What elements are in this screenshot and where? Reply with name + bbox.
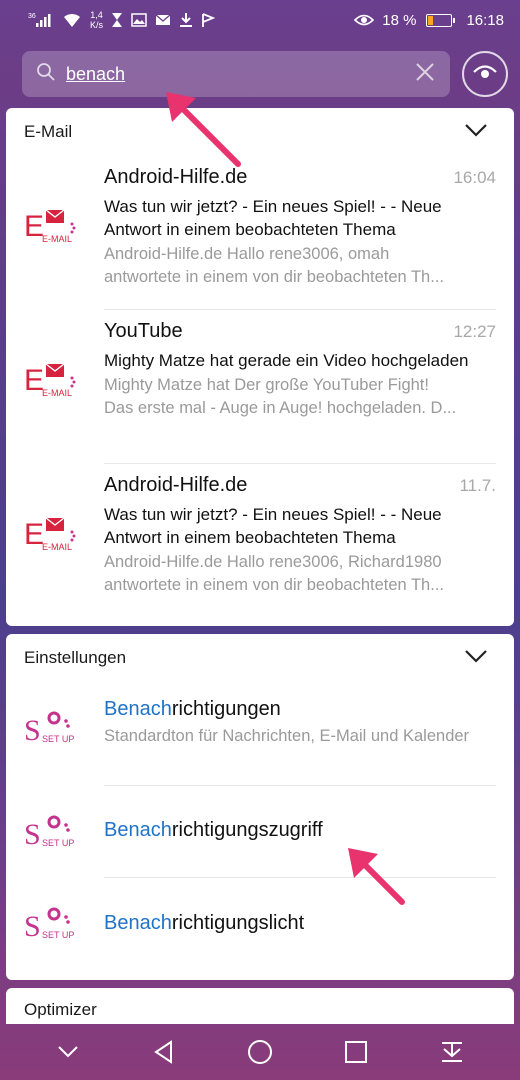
email-preview: Android-Hilfe.de Hallo rene3006, omah an… [104, 243, 496, 289]
search-match-highlight: Benach [104, 698, 172, 720]
navigation-bar [0, 1024, 520, 1080]
email-preview-line: antwortete in einem von dir beobachteten… [104, 576, 444, 594]
email-subject: Was tun wir jetzt? - Ein neues Spiel! - … [104, 505, 442, 547]
setup-app-icon: S SET UP [24, 812, 78, 852]
home-button[interactable] [240, 1032, 280, 1072]
svg-text:SET UP: SET UP [42, 838, 74, 848]
email-preview-line: Android-Hilfe.de Hallo rene3006, omah [104, 245, 390, 263]
svg-text:E: E [24, 518, 44, 551]
pull-down-icon [442, 1042, 462, 1062]
svg-text:S: S [24, 910, 41, 943]
settings-section-title: Einstellungen [24, 648, 127, 667]
annotation-arrow-setting [348, 848, 405, 905]
settings-item-title: Benachrichtigungen [104, 698, 496, 721]
status-bar: 36 1,4 K/s 18 % 16:18 [0, 0, 520, 40]
svg-text:SET UP: SET UP [42, 930, 74, 940]
email-app-icon: E E-MAIL [24, 512, 80, 552]
settings-section-header[interactable]: Einstellungen [6, 634, 514, 682]
search-match-highlight: Benach [104, 912, 172, 934]
optimizer-section-header[interactable]: Optimizer [6, 988, 514, 1024]
battery-level [428, 15, 433, 25]
flag-icon [201, 12, 216, 28]
hide-nav-button[interactable] [48, 1032, 88, 1072]
email-time: 11.7. [459, 476, 496, 495]
svg-text:E: E [24, 364, 44, 397]
mail-notification-icon [155, 13, 171, 27]
net-speed: 1,4 K/s [90, 10, 104, 30]
gallery-icon [131, 13, 147, 27]
hourglass-icon [111, 12, 123, 28]
optimizer-section-title: Optimizer [24, 1000, 97, 1019]
email-subject: Mighty Matze hat gerade ein Video hochge… [104, 351, 469, 370]
email-sender: Android-Hilfe.de [104, 474, 248, 496]
setup-app-icon: S SET UP [24, 904, 78, 944]
recents-button[interactable] [336, 1032, 376, 1072]
email-sender: YouTube [104, 320, 183, 342]
settings-result-item[interactable]: S SET UP Benachrichtigungen Standardton f… [6, 682, 514, 786]
search-match-highlight: Benach [104, 819, 172, 841]
svg-text:E-MAIL: E-MAIL [42, 542, 72, 552]
email-result-item[interactable]: E E-MAIL Android-Hilfe.de 11.7. Was tun w… [6, 464, 514, 618]
svg-text:S: S [24, 714, 41, 747]
back-button[interactable] [144, 1032, 184, 1072]
settings-item-title: Benachrichtigungszugriff [104, 819, 496, 842]
settings-card: Einstellungen S SET UP Benachrichtigungen… [6, 634, 514, 980]
settings-item-title: Benachrichtigungslicht [104, 912, 496, 935]
chevron-down-icon[interactable] [464, 122, 488, 142]
voice-assistant-button[interactable] [462, 51, 508, 97]
clear-icon[interactable] [414, 61, 436, 88]
email-preview-line: Mighty Matze hat Der große YouTuber Figh… [104, 376, 429, 394]
email-preview-line: Android-Hilfe.de Hallo rene3006, Richard… [104, 553, 442, 571]
setup-app-icon: S SET UP [24, 708, 78, 748]
settings-result-item[interactable]: S SET UP Benachrichtigungslicht [6, 878, 514, 974]
email-result-item[interactable]: E E-MAIL YouTube 12:27 Mighty Matze hat g… [6, 310, 514, 464]
email-preview: Android-Hilfe.de Hallo rene3006, Richard… [104, 551, 496, 597]
assistant-icon [472, 63, 498, 86]
chevron-down-icon [58, 1046, 78, 1058]
signal-icon: 36 [28, 12, 54, 28]
email-section-title: E-Mail [24, 122, 73, 141]
recents-square-icon [345, 1041, 367, 1063]
back-triangle-icon [154, 1040, 172, 1064]
svg-text:36: 36 [28, 13, 36, 20]
email-time: 16:04 [453, 168, 496, 187]
download-icon [179, 12, 193, 28]
chevron-down-icon[interactable] [464, 648, 488, 668]
battery-icon [426, 13, 456, 27]
title-rest: richtigungszugriff [171, 819, 323, 841]
wifi-icon [62, 12, 82, 28]
eye-comfort-icon [354, 13, 375, 27]
email-time: 12:27 [453, 322, 496, 341]
settings-item-subtitle: Standardton für Nachrichten, E-Mail und … [104, 727, 470, 745]
svg-text:S: S [24, 818, 41, 851]
title-rest: richtigungslicht [171, 912, 305, 934]
battery-percent: 18 % [382, 11, 417, 29]
clock: 16:18 [466, 11, 504, 29]
svg-text:E-MAIL: E-MAIL [42, 388, 72, 398]
settings-result-item[interactable]: S SET UP Benachrichtigungszugriff [6, 786, 514, 878]
email-app-icon: E E-MAIL [24, 358, 80, 398]
svg-text:SET UP: SET UP [42, 734, 74, 744]
svg-text:E-MAIL: E-MAIL [42, 234, 72, 244]
title-rest: richtigungen [171, 698, 281, 720]
annotation-arrow-search [166, 92, 241, 167]
notification-pull-button[interactable] [432, 1032, 472, 1072]
home-circle-icon [248, 1040, 272, 1064]
email-app-icon: E E-MAIL [24, 204, 80, 244]
email-preview-line: antwortete in einem von dir beobachteten… [104, 268, 444, 286]
email-subject: Was tun wir jetzt? - Ein neues Spiel! - … [104, 197, 442, 239]
svg-text:E: E [24, 210, 44, 243]
optimizer-card: Optimizer [6, 988, 514, 1024]
search-icon [36, 62, 56, 87]
email-preview-line: Das erste mal - Auge in Auge! hochgelade… [104, 399, 457, 417]
email-preview: Mighty Matze hat Der große YouTuber Figh… [104, 374, 496, 420]
